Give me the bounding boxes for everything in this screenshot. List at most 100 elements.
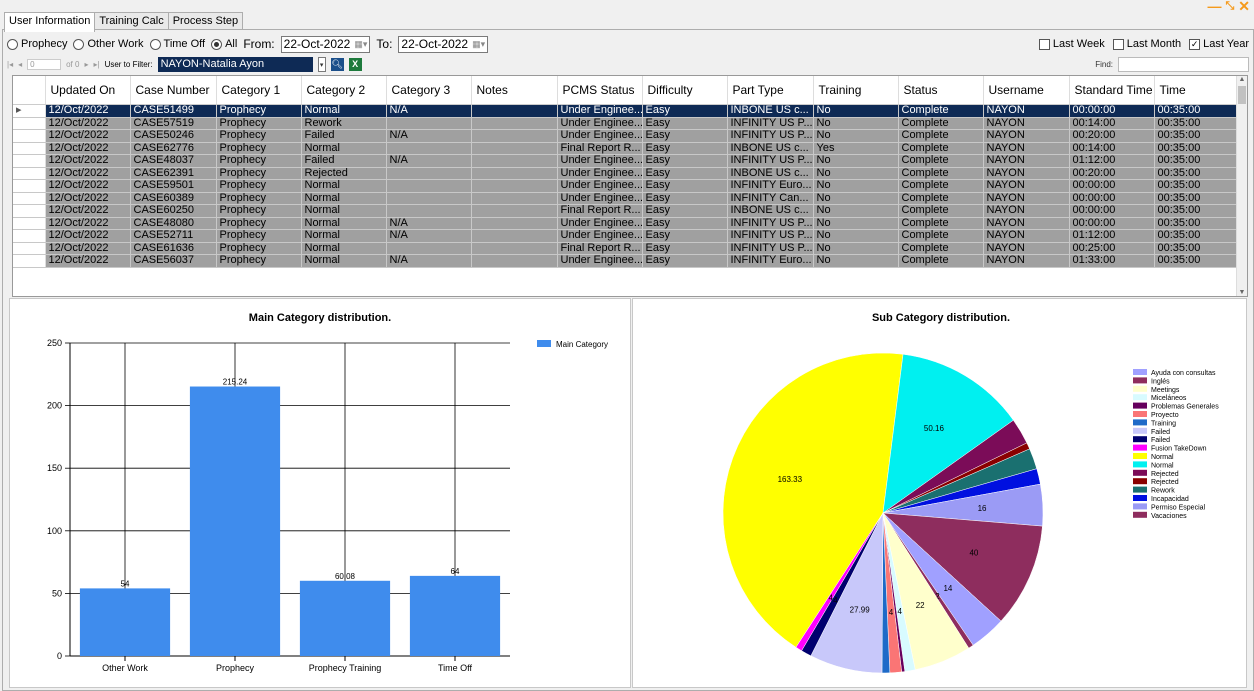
table-cell[interactable]: 00:35:00 xyxy=(1154,242,1237,255)
table-cell[interactable]: CASE60389 xyxy=(130,192,217,205)
table-cell[interactable]: 00:35:00 xyxy=(1154,154,1237,168)
search-icon[interactable]: 🔍︎ xyxy=(330,57,344,71)
scroll-thumb[interactable] xyxy=(1238,86,1246,104)
table-cell[interactable]: 12/Oct/2022 xyxy=(45,104,131,118)
table-cell[interactable]: 12/Oct/2022 xyxy=(45,117,131,130)
table-cell[interactable]: Yes xyxy=(813,142,899,155)
table-cell[interactable]: 00:35:00 xyxy=(1154,117,1237,130)
table-cell[interactable]: Easy xyxy=(642,254,728,268)
table-cell[interactable]: No xyxy=(813,229,899,243)
table-cell[interactable] xyxy=(386,142,472,155)
from-date-picker[interactable]: 22-Oct-2022 ▦▾ xyxy=(280,35,371,53)
table-row[interactable]: 12/Oct/2022 CASE50246 Prophecy Failed N/A Und… xyxy=(13,129,1237,143)
column-header[interactable]: Part Type xyxy=(727,76,814,105)
table-cell[interactable]: Easy xyxy=(642,229,728,243)
column-header[interactable]: PCMS Status xyxy=(557,76,643,105)
table-cell[interactable]: Complete xyxy=(898,242,984,255)
table-cell[interactable]: Normal xyxy=(301,242,387,255)
table-cell[interactable]: 12/Oct/2022 xyxy=(45,242,131,255)
table-cell[interactable]: Final Report R... xyxy=(557,142,643,155)
table-cell[interactable]: Easy xyxy=(642,242,728,255)
table-cell[interactable]: Complete xyxy=(898,117,984,130)
table-cell[interactable]: Rework xyxy=(301,117,387,130)
table-row[interactable]: 12/Oct/2022 CASE61636 Prophecy Normal Final … xyxy=(13,242,1237,255)
table-cell[interactable]: NAYON xyxy=(983,254,1070,268)
column-header[interactable]: Status xyxy=(898,76,984,105)
next-record-icon[interactable]: ▸ xyxy=(84,60,88,69)
table-cell[interactable]: INBONE US c... xyxy=(727,204,814,218)
table-cell[interactable]: Complete xyxy=(898,154,984,168)
table-cell[interactable]: 00:35:00 xyxy=(1154,204,1237,218)
row-indicator[interactable] xyxy=(13,129,46,143)
row-indicator[interactable]: ▸ xyxy=(13,104,46,118)
chevron-down-icon[interactable]: ▾ xyxy=(317,56,326,72)
table-cell[interactable]: NAYON xyxy=(983,154,1070,168)
table-cell[interactable]: Prophecy xyxy=(216,167,302,180)
table-cell[interactable]: Normal xyxy=(301,217,387,230)
table-cell[interactable]: CASE59501 xyxy=(130,179,217,193)
table-cell[interactable] xyxy=(471,167,558,180)
table-cell[interactable]: Failed xyxy=(301,129,387,143)
table-cell[interactable]: Under Enginee... xyxy=(557,192,643,205)
table-cell[interactable]: 12/Oct/2022 xyxy=(45,167,131,180)
table-cell[interactable]: No xyxy=(813,154,899,168)
find-input[interactable] xyxy=(1118,56,1249,72)
table-cell[interactable]: 00:14:00 xyxy=(1069,142,1155,155)
row-indicator[interactable] xyxy=(13,117,46,130)
table-cell[interactable]: No xyxy=(813,204,899,218)
table-cell[interactable]: CASE61636 xyxy=(130,242,217,255)
radio-time-off[interactable]: Time Off xyxy=(149,38,205,50)
table-cell[interactable]: Rejected xyxy=(301,167,387,180)
table-row[interactable]: 12/Oct/2022 CASE60389 Prophecy Normal Under … xyxy=(13,192,1237,205)
table-cell[interactable]: 00:00:00 xyxy=(1069,104,1155,118)
table-cell[interactable]: 00:35:00 xyxy=(1154,179,1237,193)
table-cell[interactable]: Prophecy xyxy=(216,117,302,130)
table-cell[interactable]: 12/Oct/2022 xyxy=(45,179,131,193)
table-cell[interactable]: CASE57519 xyxy=(130,117,217,130)
table-cell[interactable]: Complete xyxy=(898,129,984,143)
table-cell[interactable]: Complete xyxy=(898,217,984,230)
table-cell[interactable]: 00:35:00 xyxy=(1154,129,1237,143)
table-cell[interactable]: 12/Oct/2022 xyxy=(45,254,131,268)
column-header[interactable]: Category 3 xyxy=(386,76,472,105)
table-cell[interactable]: Normal xyxy=(301,179,387,193)
calendar-dropdown-icon[interactable]: ▦▾ xyxy=(354,39,367,50)
table-cell[interactable]: Complete xyxy=(898,254,984,268)
table-cell[interactable]: INBONE US c... xyxy=(727,104,814,118)
table-cell[interactable]: 01:12:00 xyxy=(1069,229,1155,243)
table-cell[interactable]: Prophecy xyxy=(216,204,302,218)
column-header[interactable]: Category 2 xyxy=(301,76,387,105)
row-indicator[interactable] xyxy=(13,192,46,205)
row-indicator[interactable] xyxy=(13,167,46,180)
table-cell[interactable]: Complete xyxy=(898,192,984,205)
radio-all[interactable]: All xyxy=(211,38,237,50)
table-cell[interactable]: CASE48037 xyxy=(130,154,217,168)
table-cell[interactable]: 12/Oct/2022 xyxy=(45,217,131,230)
table-cell[interactable]: NAYON xyxy=(983,104,1070,118)
minimize-icon[interactable]: — xyxy=(1207,0,1221,13)
table-row[interactable]: 12/Oct/2022 CASE62776 Prophecy Normal Final … xyxy=(13,142,1237,155)
table-cell[interactable]: 00:20:00 xyxy=(1069,167,1155,180)
table-cell[interactable]: NAYON xyxy=(983,167,1070,180)
table-cell[interactable]: 00:00:00 xyxy=(1069,192,1155,205)
table-cell[interactable]: No xyxy=(813,167,899,180)
table-cell[interactable]: 00:35:00 xyxy=(1154,167,1237,180)
table-cell[interactable] xyxy=(386,192,472,205)
table-cell[interactable] xyxy=(471,242,558,255)
table-cell[interactable]: 00:00:00 xyxy=(1069,179,1155,193)
excel-export-icon[interactable]: X xyxy=(348,57,362,71)
column-header[interactable]: Category 1 xyxy=(216,76,302,105)
table-cell[interactable]: Under Enginee... xyxy=(557,167,643,180)
table-cell[interactable] xyxy=(386,242,472,255)
table-row[interactable]: 12/Oct/2022 CASE56037 Prophecy Normal N/A Und… xyxy=(13,254,1237,268)
table-cell[interactable]: CASE56037 xyxy=(130,254,217,268)
table-cell[interactable] xyxy=(471,229,558,243)
table-cell[interactable]: 12/Oct/2022 xyxy=(45,129,131,143)
column-header[interactable]: Case Number xyxy=(130,76,217,105)
last-record-icon[interactable]: ▸| xyxy=(93,60,99,69)
table-cell[interactable]: 12/Oct/2022 xyxy=(45,192,131,205)
table-cell[interactable]: CASE51499 xyxy=(130,104,217,118)
table-cell[interactable]: NAYON xyxy=(983,229,1070,243)
table-cell[interactable]: NAYON xyxy=(983,179,1070,193)
checkbox-last-week[interactable]: Last Week xyxy=(1038,38,1105,50)
